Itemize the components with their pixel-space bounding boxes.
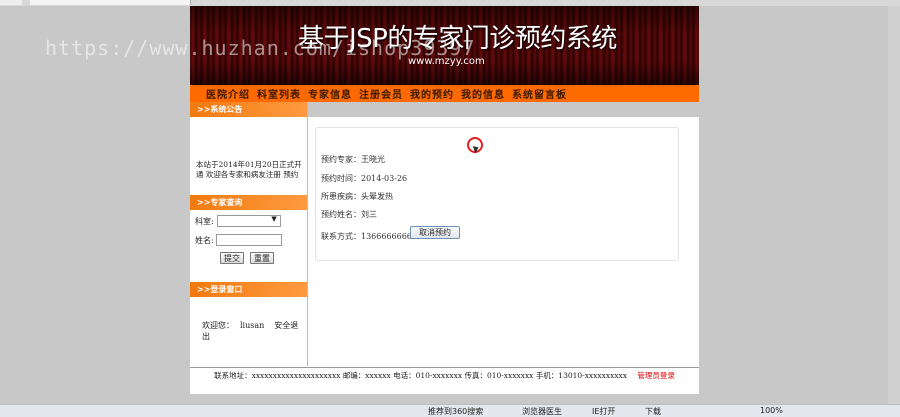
reset-button[interactable]: 重置 bbox=[250, 252, 274, 264]
welcome-label: 欢迎您： bbox=[202, 321, 234, 330]
nav-my-appointments[interactable]: 我的预约 bbox=[410, 86, 454, 101]
name-row: 姓名: bbox=[195, 234, 282, 246]
status-browser-doctor[interactable]: 浏览器医生 bbox=[522, 406, 562, 417]
browser-status-bar: 推荐到360搜索 浏览器医生 IE打开 下载 100% bbox=[0, 404, 900, 417]
nav-message-board[interactable]: 系统留言板 bbox=[512, 86, 567, 101]
page-scrollbar[interactable] bbox=[888, 6, 900, 404]
nav-register[interactable]: 注册会员 bbox=[359, 86, 403, 101]
browser-tab-previous[interactable] bbox=[0, 0, 22, 5]
appointment-expert: 预约专家：王晓光 bbox=[321, 155, 385, 164]
main-nav: 医院介绍 科室列表 专家信息 注册会员 我的预约 我的信息 系统留言板 bbox=[190, 85, 699, 102]
nav-hospital-intro[interactable]: 医院介绍 bbox=[206, 86, 250, 101]
dept-row: 科室: ▼ bbox=[195, 215, 281, 227]
status-search-recommend[interactable]: 推荐到360搜索 bbox=[428, 406, 483, 417]
footer-fax: 传真：010-xxxxxxx bbox=[464, 371, 534, 380]
footer: 联系地址：xxxxxxxxxxxxxxxxxxxxx 邮编：xxxxxx 电话：… bbox=[190, 367, 699, 384]
appointment-illness: 所患疾病：头晕发热 bbox=[321, 192, 393, 201]
browser-tab-active[interactable] bbox=[30, 0, 191, 5]
user-info: 欢迎您： liusan 安全退出 bbox=[202, 320, 307, 342]
notice-text: 本站于2014年01月20日正式开通 欢迎各专家和病友注册 预约 bbox=[196, 160, 302, 179]
cancel-appointment-button[interactable]: 取消预约 bbox=[410, 226, 460, 239]
search-buttons: 提交 重置 bbox=[220, 252, 274, 264]
nav-my-info[interactable]: 我的信息 bbox=[461, 86, 505, 101]
appointment-contact: 联系方式：13666666666 bbox=[321, 232, 417, 241]
footer-mobile: 手机：13010-xxxxxxxxxx bbox=[535, 371, 628, 380]
watermark-text: https://www.huzhan.com/ishop39397 bbox=[45, 36, 476, 60]
nav-department-list[interactable]: 科室列表 bbox=[257, 86, 301, 101]
dept-label: 科室: bbox=[195, 216, 214, 226]
footer-postcode: 邮编：xxxxxx bbox=[342, 371, 391, 380]
name-label: 姓名: bbox=[195, 235, 214, 245]
chevron-down-icon: ▼ bbox=[271, 215, 277, 223]
status-zoom[interactable]: 100% bbox=[760, 406, 783, 415]
footer-address: 联系地址：xxxxxxxxxxxxxxxxxxxxx bbox=[214, 371, 341, 380]
appointment-time: 预约时间：2014-03-26 bbox=[321, 174, 408, 183]
expert-search-header: >>专家查询 bbox=[190, 195, 307, 210]
status-download[interactable]: 下载 bbox=[645, 406, 661, 417]
appointment-panel: 预约专家：王晓光 预约时间：2014-03-26 所患疾病：头晕发热 预约姓名：… bbox=[315, 127, 679, 261]
main-content: 预约专家：王晓光 预约时间：2014-03-26 所患疾病：头晕发热 预约姓名：… bbox=[308, 102, 699, 366]
sidebar: >>系统公告 本站于2014年01月20日正式开通 欢迎各专家和病友注册 预约 … bbox=[190, 102, 308, 366]
notice-header: >>系统公告 bbox=[190, 102, 307, 117]
status-ie-open[interactable]: IE打开 bbox=[592, 406, 615, 417]
dept-select[interactable]: ▼ bbox=[216, 215, 281, 227]
submit-button[interactable]: 提交 bbox=[220, 252, 244, 264]
nav-expert-info[interactable]: 专家信息 bbox=[308, 86, 352, 101]
footer-phone: 电话：010-xxxxxxx bbox=[393, 371, 463, 380]
appointment-patient: 预约姓名：刘三 bbox=[321, 210, 377, 219]
username: liusan bbox=[240, 321, 265, 330]
page-container: 基于JSP的专家门诊预约系统 www.mzyy.com 医院介绍 科室列表 专家… bbox=[190, 6, 699, 394]
admin-login-link[interactable]: 管理员登录 bbox=[637, 371, 675, 380]
name-input[interactable] bbox=[215, 234, 282, 246]
main-header-bar bbox=[308, 102, 699, 117]
login-header: >>登录窗口 bbox=[190, 282, 307, 297]
